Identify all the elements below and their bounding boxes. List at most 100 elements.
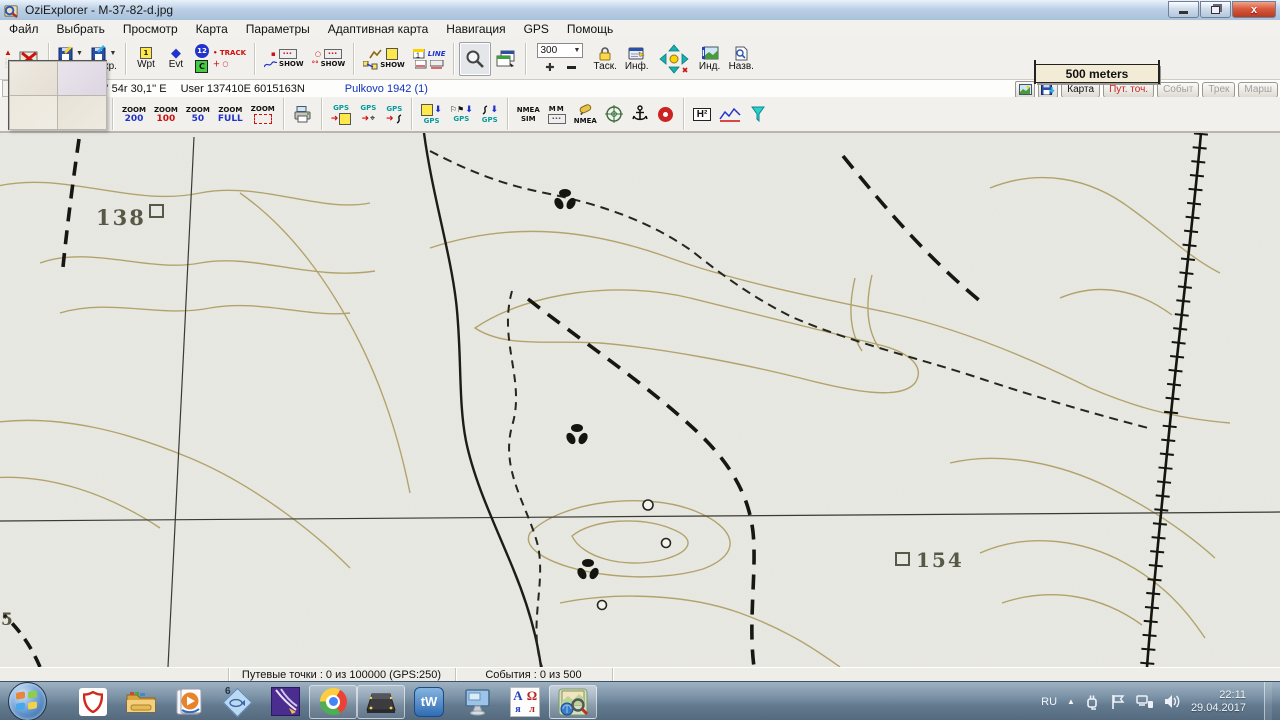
nmea-log-button[interactable]: NMEA (570, 99, 601, 129)
taskbar-oziexplorer-button[interactable] (549, 685, 597, 719)
name-search-button[interactable]: Назв. (725, 40, 758, 78)
save-list-button[interactable] (1038, 81, 1058, 98)
dict-mark: л (529, 704, 535, 715)
show-tracks-button[interactable]: ▪▪▪▪ SHOW (260, 40, 308, 78)
info-label: Инф. (625, 62, 649, 72)
pan-arrows-icon (659, 44, 689, 74)
restore-button[interactable] (1200, 1, 1231, 18)
zoom-word: ZOOM (186, 106, 210, 114)
arrow-down-icon: ⬇ (465, 106, 473, 114)
menu-navigation[interactable]: Навигация (437, 22, 514, 36)
taskbar-theword-button[interactable]: tW (405, 684, 453, 720)
get-waypoints-from-gps-button[interactable]: ⬇ GPS (417, 99, 446, 129)
zoom-200-button[interactable]: ZOOM 200 (118, 99, 150, 129)
get-track-from-gps-button[interactable]: ⬇ GPS (477, 99, 503, 129)
track-curve-icon (481, 105, 489, 115)
close-button[interactable]: x (1232, 1, 1276, 18)
profile-chart-button[interactable] (715, 99, 745, 129)
network-icon[interactable] (1136, 694, 1154, 709)
map-windows-button[interactable] (491, 43, 521, 75)
zoom-combo[interactable]: 300 ▼ (537, 43, 583, 58)
taskbar-scanner-button[interactable] (357, 685, 405, 719)
power-plug-icon[interactable] (1085, 694, 1101, 710)
zoom-out-icon[interactable] (567, 66, 576, 69)
speaker-icon[interactable] (1164, 694, 1181, 709)
dict-letter-omega: Ω (527, 688, 537, 704)
zoom-full-button[interactable]: ZOOM FULL (214, 99, 247, 129)
print-button[interactable] (289, 99, 317, 129)
mob-button[interactable] (653, 99, 679, 129)
window-1-icon: 1 (413, 49, 425, 59)
taskbar-remote-pc-button[interactable] (453, 684, 501, 720)
topo-map-canvas[interactable]: 138 154 5 (0, 133, 1280, 667)
taskbar-chrome-button[interactable] (309, 685, 357, 719)
show-desktop-button[interactable] (1264, 682, 1272, 720)
lock-button[interactable]: Таск. (589, 40, 620, 78)
map-thumb-cell[interactable] (9, 61, 59, 96)
magnify-button[interactable] (459, 42, 491, 76)
tab-map[interactable]: Карта (1061, 82, 1100, 98)
zoom-window-button[interactable]: ZOOM (247, 99, 279, 129)
send-waypoints-to-gps-button[interactable]: GPS ➜ (327, 99, 356, 129)
map-selector-panel[interactable] (8, 60, 107, 130)
action-center-flag-icon[interactable] (1111, 694, 1126, 710)
media-player-icon (174, 688, 204, 716)
taskbar-dictionary-button[interactable]: А Ω я л (501, 684, 549, 720)
map-image-button[interactable] (1015, 81, 1035, 98)
wpt-box-icon (339, 113, 351, 125)
show-routes-button[interactable]: SHOW (359, 40, 409, 78)
menu-moving-map[interactable]: Адаптивная карта (319, 22, 438, 36)
menu-map[interactable]: Карта (187, 22, 237, 36)
taskbar-fish-app-button[interactable]: 6 (213, 684, 261, 720)
filter-button[interactable] (745, 99, 771, 129)
info-button[interactable]: Инф. (621, 40, 653, 78)
waypoint-button[interactable]: 1 Wpt (131, 40, 161, 78)
map-thumb-cell[interactable] (57, 61, 107, 96)
language-indicator[interactable]: RU (1041, 696, 1057, 708)
taskbar-media-player-button[interactable] (165, 684, 213, 720)
numbers-comments-button[interactable]: 12 C • TRACK ＋ ○ (191, 40, 250, 78)
taskbar-antivirus-button[interactable] (69, 684, 117, 720)
taskbar-explorer-button[interactable] (117, 684, 165, 720)
position-reticle-button[interactable] (601, 99, 627, 129)
pan-control[interactable] (653, 40, 695, 78)
zoom-50-button[interactable]: ZOOM 50 (182, 99, 214, 129)
event-button[interactable]: ◆ Evt (161, 40, 191, 78)
taskbar-djview-button[interactable] (261, 684, 309, 720)
status-bar: Путевые точки : 0 из 100000 (GPS:250) Со… (0, 667, 1280, 682)
index-map-button[interactable]: I Инд. (695, 40, 725, 78)
nmea-simulator-button[interactable]: NMEA SIM (513, 99, 544, 129)
measure-line-button[interactable]: 1 LINE (409, 40, 450, 78)
zoom-in-icon[interactable]: ✚ (545, 61, 554, 74)
tab-events[interactable]: Событ (1157, 82, 1199, 98)
map-thumb-cell[interactable] (9, 95, 59, 130)
menu-gps[interactable]: GPS (515, 22, 558, 36)
menu-view[interactable]: Просмотр (114, 22, 187, 36)
tab-route[interactable]: Марш (1238, 82, 1278, 98)
show-events-button[interactable]: ○▪▪▪ °° SHOW (308, 40, 350, 78)
menu-options[interactable]: Параметры (237, 22, 319, 36)
anchor-alarm-button[interactable] (627, 99, 653, 129)
menu-select[interactable]: Выбрать (48, 22, 114, 36)
hidden-icons-button[interactable]: ▲ (1067, 697, 1075, 706)
zoom-level-control[interactable]: 300 ▼ ✚ (531, 40, 589, 78)
oziexplorer-window: OziExplorer - M-37-82-d.jpg x Файл Выбра… (0, 0, 1280, 720)
tab-track[interactable]: Трек (1202, 82, 1235, 98)
altitude-button[interactable]: H² (689, 99, 716, 129)
minimize-button[interactable] (1168, 1, 1199, 18)
taskbar-clock[interactable]: 22:11 29.04.2017 (1191, 689, 1246, 715)
map-thumb-cell[interactable] (57, 95, 107, 130)
start-button[interactable] (8, 682, 47, 720)
get-events-from-gps-button[interactable]: ⚐⚑⬇ GPS (446, 99, 477, 129)
send-events-to-gps-button[interactable]: GPS ➜⌖ (355, 99, 381, 129)
zoom-200-value: 200 (125, 115, 144, 123)
zoom-100-button[interactable]: ZOOM 100 (150, 99, 182, 129)
moving-map-button[interactable]: MM ▪▪▪ (544, 99, 570, 129)
funnel-icon (751, 106, 765, 122)
title-bar[interactable]: OziExplorer - M-37-82-d.jpg x (0, 0, 1280, 21)
send-route-to-gps-button[interactable]: GPS ➜ (381, 99, 407, 129)
menu-file[interactable]: Файл (0, 22, 48, 36)
menu-help[interactable]: Помощь (558, 22, 622, 36)
zoom-value: 300 (540, 45, 557, 56)
tab-waypoints[interactable]: Пут. точ. (1103, 82, 1154, 98)
